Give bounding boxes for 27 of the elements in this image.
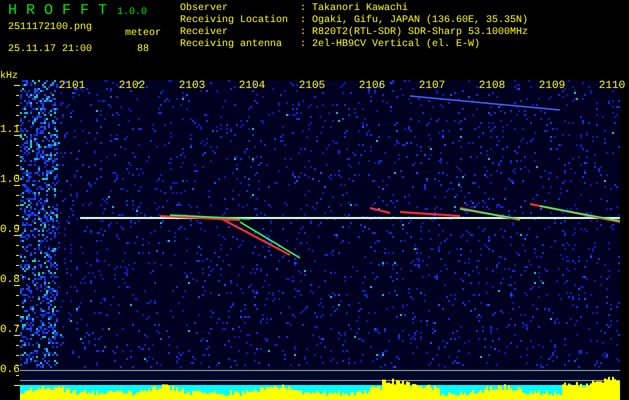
x-axis-label: 2103	[178, 80, 206, 92]
info-value: : Ogaki, Gifu, JAPAN (136.60E, 35.35N)	[300, 15, 528, 26]
timestamp: 25.11.17 21:00	[8, 44, 94, 56]
y-axis-label: 0.9	[0, 224, 20, 236]
app-name: H R O F F T	[8, 3, 108, 19]
counter-value: 88	[136, 44, 149, 56]
app-version: 1.0.0	[117, 7, 148, 19]
x-axis-label: 2106	[358, 80, 386, 92]
info-value: : R820T2(RTL-SDR) SDR-Sharp 53.1000MHz	[300, 27, 528, 38]
y-axis-label: 0.8	[0, 274, 20, 286]
x-axis-label: 2110	[598, 80, 626, 92]
info-label: Receiving Location	[180, 15, 290, 26]
info-value: : Takanori Kawachi	[300, 3, 408, 14]
info-label: Receiving antenna	[180, 39, 284, 51]
x-axis-label: 2108	[478, 80, 506, 92]
info-label: Receiver	[180, 27, 230, 38]
x-axis-label: 2107	[418, 80, 446, 92]
file-name: 2511172100.png	[8, 22, 94, 34]
x-axis-label: 2109	[538, 80, 566, 92]
unit-label: kHz	[0, 72, 20, 80]
x-axis-label: 2102	[118, 80, 146, 92]
y-axis-label: 0.6	[0, 364, 20, 376]
x-axis-label: 2105	[298, 80, 326, 92]
info-label: Observer	[180, 3, 230, 14]
counter-label: meteor	[124, 28, 161, 40]
info-value: : 2el-HB9CV Vertical (el. E-W)	[300, 39, 480, 51]
x-axis-label: 2104	[238, 80, 266, 92]
